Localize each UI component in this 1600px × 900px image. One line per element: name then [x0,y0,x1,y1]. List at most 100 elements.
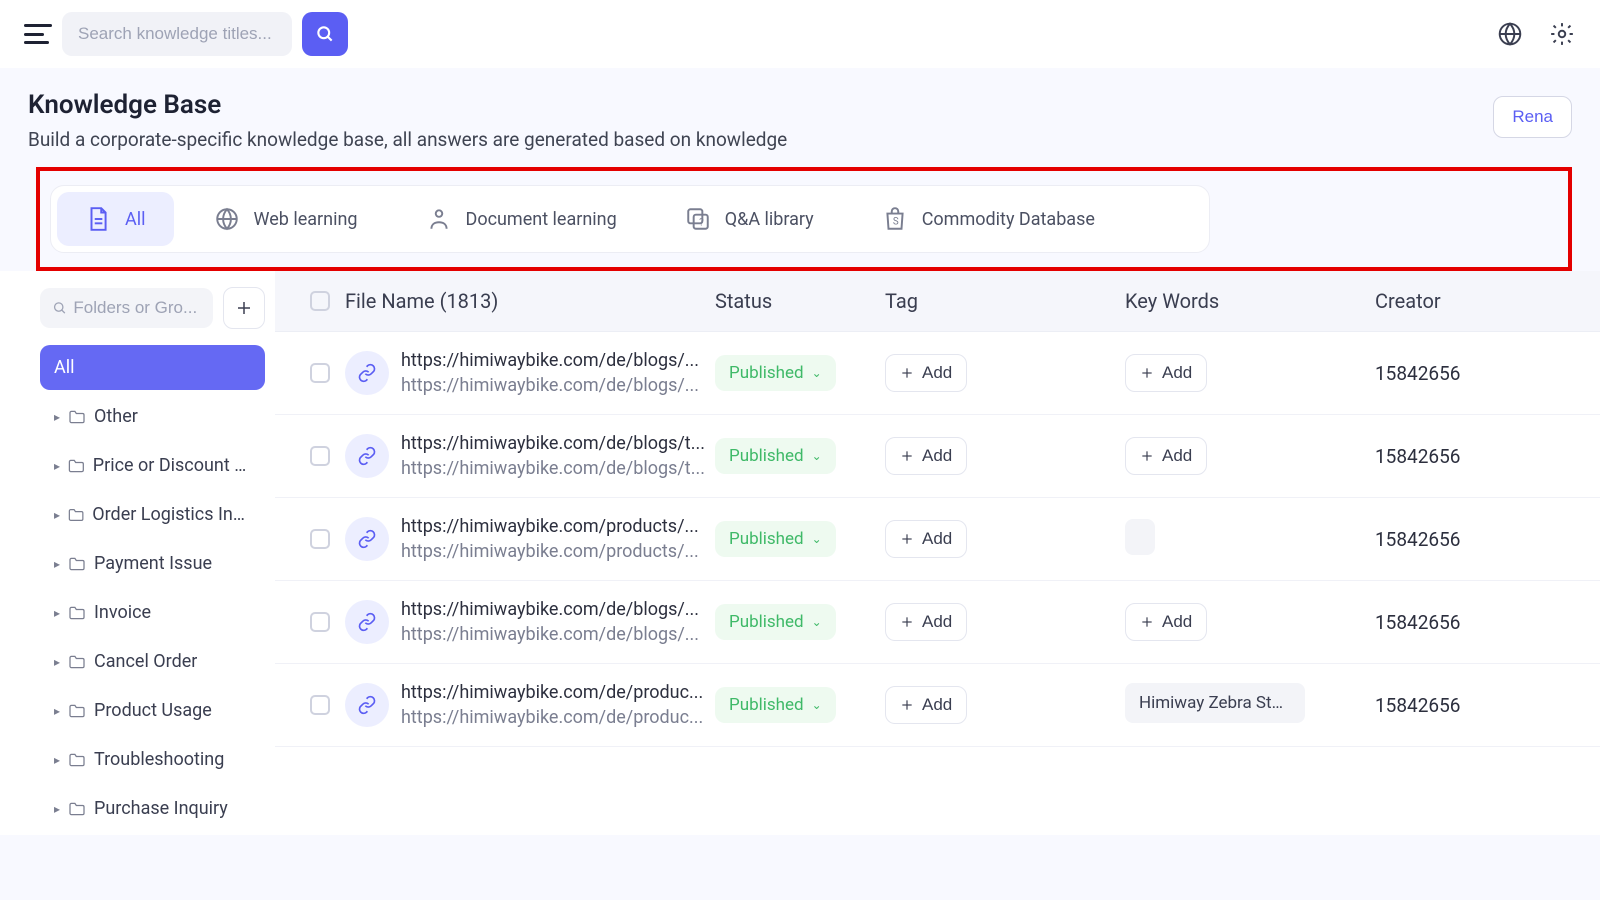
status-badge[interactable]: Published⌄ [715,604,836,640]
table-row: https://himiwaybike.com/de/blogs/t... htt… [275,415,1600,498]
row-checkbox[interactable] [310,695,330,715]
sidebar-item-troubleshooting[interactable]: ▸Troubleshooting [40,737,265,782]
chevron-down-icon: ⌄ [812,449,822,463]
row-checkbox[interactable] [310,363,330,383]
add-tag-button[interactable]: Add [885,520,967,558]
search-input[interactable] [62,24,292,44]
sidebar-item-price-or-discount-in-[interactable]: ▸Price or Discount In... [40,443,265,488]
file-url-secondary: https://himiwaybike.com/de/blogs/... [401,624,711,645]
sidebar-item-order-logistics-infor-[interactable]: ▸Order Logistics Infor... [40,492,265,537]
plus-icon [900,366,914,380]
main-table: File Name (1813) Status Tag Key Words Cr… [275,271,1600,835]
file-url-secondary: https://himiwaybike.com/de/blogs/... [401,375,711,396]
tab-web-learning[interactable]: Web learning [186,192,386,246]
file-url-primary[interactable]: https://himiwaybike.com/de/produc... [401,682,711,703]
sidebar-item-payment-issue[interactable]: ▸Payment Issue [40,541,265,586]
folder-icon [68,606,86,620]
plus-icon [900,449,914,463]
chevron-right-icon: ▸ [54,606,60,620]
search-button[interactable] [302,12,348,56]
sidebar-item-purchase-inquiry[interactable]: ▸Purchase Inquiry [40,786,265,831]
chevron-right-icon: ▸ [54,704,60,718]
add-keyword-button[interactable]: Add [1125,354,1207,392]
rename-button[interactable]: Rena [1493,96,1572,138]
add-tag-button[interactable]: Add [885,603,967,641]
search-icon [52,299,67,317]
chevron-right-icon: ▸ [54,410,60,424]
sidebar-item-cancel-order[interactable]: ▸ Cancel Order [40,639,265,684]
file-url-primary[interactable]: https://himiwaybike.com/products/... [401,516,711,537]
status-badge[interactable]: Published⌄ [715,438,836,474]
creator-id: 15842656 [1375,362,1460,385]
col-file-name: File Name (1813) [345,289,715,313]
creator-id: 15842656 [1375,611,1460,634]
page-header: Knowledge Base Build a corporate-specifi… [0,68,1600,167]
table-row: https://himiwaybike.com/de/blogs/... http… [275,581,1600,664]
file-url-primary[interactable]: https://himiwaybike.com/de/blogs/t... [401,433,711,454]
status-badge[interactable]: Published⌄ [715,355,836,391]
tab-commodity-database[interactable]: S Commodity Database [854,192,1123,246]
gear-icon[interactable] [1548,20,1576,48]
folder-list: All▸Other▸Price or Discount In...▸Order … [24,345,275,831]
user-doc-icon [426,206,452,232]
sidebar-item-label: Price or Discount In... [93,455,251,476]
tab-all[interactable]: All [57,192,174,246]
document-icon [85,206,111,232]
sidebar-item-label: Cancel Order [94,651,197,672]
status-badge[interactable]: Published⌄ [715,521,836,557]
add-keyword-button[interactable]: Add [1125,437,1207,475]
chevron-right-icon: ▸ [54,753,60,767]
col-creator: Creator [1375,289,1515,313]
sidebar-item-label: Other [94,406,138,427]
globe-icon[interactable] [1496,20,1524,48]
chevron-right-icon: ▸ [54,655,60,669]
plus-icon [900,698,914,712]
qa-icon: ? [685,206,711,232]
tab-document-learning[interactable]: Document learning [398,192,645,246]
tab-qa-library[interactable]: ? Q&A library [657,192,842,246]
page-subtitle: Build a corporate-specific knowledge bas… [28,128,787,151]
row-checkbox[interactable] [310,446,330,466]
add-tag-button[interactable]: Add [885,686,967,724]
table-row: https://himiwaybike.com/de/produc...http… [275,664,1600,747]
plus-icon [1140,366,1154,380]
plus-icon [1140,615,1154,629]
tab-label: Q&A library [725,209,814,230]
folder-icon [68,704,86,718]
sidebar-item-invoice[interactable]: ▸ Invoice [40,590,265,635]
folder-icon [68,508,84,522]
sidebar-item-label: Product Usage [94,700,212,721]
status-badge[interactable]: Published⌄ [715,687,836,723]
add-tag-button[interactable]: Add [885,437,967,475]
folder-icon [68,802,86,816]
table-row: https://himiwaybike.com/de/blogs/... http… [275,332,1600,415]
creator-id: 15842656 [1375,694,1460,717]
folder-search-wrap [40,288,213,328]
add-folder-button[interactable] [223,287,265,329]
chevron-down-icon: ⌄ [812,366,822,380]
link-icon [345,434,389,478]
row-checkbox[interactable] [310,529,330,549]
folder-search-input[interactable] [73,298,201,318]
row-checkbox[interactable] [310,612,330,632]
select-all-checkbox[interactable] [310,291,330,311]
file-url-secondary: https://himiwaybike.com/de/blogs/t... [401,458,711,479]
sidebar-item-other[interactable]: ▸ Other [40,394,265,439]
add-keyword-button[interactable]: Add [1125,603,1207,641]
link-icon [345,683,389,727]
col-tag: Tag [885,289,1125,313]
sidebar-item-all[interactable]: All [40,345,265,390]
add-tag-button[interactable]: Add [885,354,967,392]
sidebar-item-product-usage[interactable]: ▸ Product Usage [40,688,265,733]
globe-icon [214,206,240,232]
sidebar-item-label: Invoice [94,602,151,623]
tab-label: Web learning [254,209,358,230]
hamburger-menu-icon[interactable] [24,24,52,44]
page-title: Knowledge Base [28,90,787,120]
file-url-primary[interactable]: https://himiwaybike.com/de/blogs/... [401,599,711,620]
file-url-primary[interactable]: https://himiwaybike.com/de/blogs/... [401,350,711,371]
folder-icon [68,753,86,767]
svg-text:?: ? [699,218,704,229]
keyword-pill[interactable]: Himiway Zebra Step Thru [1125,683,1305,723]
table-row: https://himiwaybike.com/products/...http… [275,498,1600,581]
